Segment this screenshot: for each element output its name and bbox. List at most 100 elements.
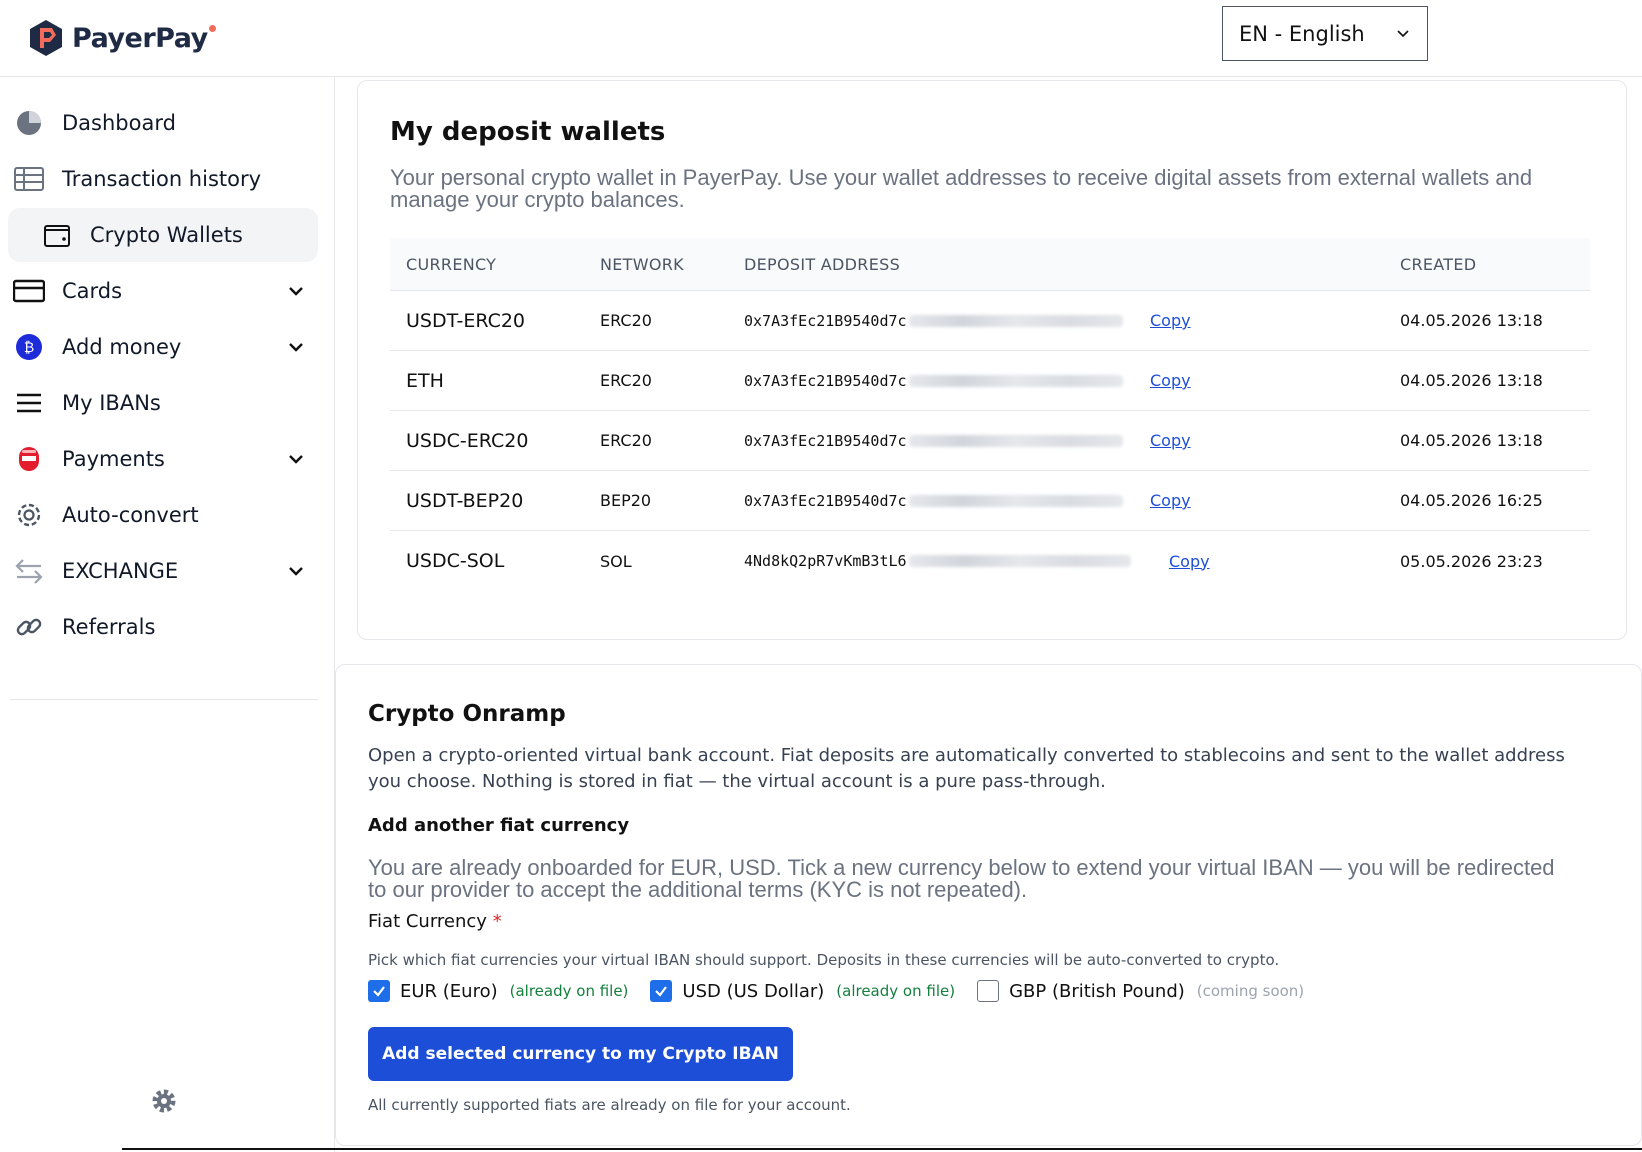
chevron-down-icon[interactable]: [288, 563, 304, 579]
sidebar-item-auto-convert[interactable]: Auto-convert: [8, 488, 318, 542]
sidebar-item-my-ibans[interactable]: My IBANs: [8, 376, 318, 430]
column-network: NETWORK: [600, 254, 684, 274]
sidebar-item-transaction-history[interactable]: Transaction history: [8, 152, 318, 206]
pie-chart-icon: [12, 106, 46, 140]
chevron-down-icon: [1397, 30, 1409, 38]
row-address: 0x7A3fEc21B9540d7c: [744, 492, 1123, 510]
language-select[interactable]: EN - English: [1222, 6, 1428, 61]
deposit-wallets-card: My deposit wallets Your personal crypto …: [357, 80, 1627, 640]
sidebar-item-payments[interactable]: Payments: [8, 432, 318, 486]
table-row: USDC-SOL SOL 4Nd8kQ2pR7vKmB3tL6 Copy 05.…: [390, 531, 1590, 591]
row-network: SOL: [600, 551, 632, 571]
fiat-currency-label: Fiat Currency *: [368, 911, 502, 932]
payments-icon: [12, 442, 46, 476]
address-redacted: [908, 314, 1123, 327]
address-redacted: [908, 555, 1131, 567]
row-network: ERC20: [600, 311, 652, 330]
gbp-checkbox[interactable]: [977, 980, 1000, 1002]
usd-checkbox[interactable]: [650, 980, 673, 1002]
row-network: ERC20: [600, 431, 652, 450]
copy-address-link[interactable]: Copy: [1169, 552, 1210, 571]
sidebar-item-label: Dashboard: [62, 111, 176, 135]
menu-lines-icon: [12, 386, 46, 420]
sidebar-item-label: Auto-convert: [62, 503, 199, 527]
payerpay-logo-icon: [30, 20, 62, 56]
eur-checkbox[interactable]: [368, 980, 390, 1002]
copy-address-link[interactable]: Copy: [1150, 371, 1191, 390]
table-header: CURRENCY NETWORK DEPOSIT ADDRESS CREATED: [390, 238, 1590, 291]
column-deposit-address: DEPOSIT ADDRESS: [744, 254, 901, 274]
sidebar-item-label: Add money: [62, 335, 182, 359]
row-address: 0x7A3fEc21B9540d7c: [744, 372, 1123, 390]
sidebar-item-dashboard[interactable]: Dashboard: [8, 96, 318, 150]
usd-option-note: (already on file): [836, 982, 956, 1000]
sidebar-item-cards[interactable]: Cards: [8, 264, 318, 318]
chevron-down-icon[interactable]: [288, 283, 304, 299]
row-currency: USDC-ERC20: [406, 429, 529, 452]
table-row: ETH ERC20 0x7A3fEc21B9540d7c Copy 04.05.…: [390, 351, 1590, 411]
sidebar-item-label: Transaction history: [62, 167, 262, 191]
sidebar-item-add-money[interactable]: ₿ Add money: [8, 320, 318, 374]
sidebar-item-label: Crypto Wallets: [90, 223, 243, 247]
row-created: 04.05.2026 13:18: [1400, 371, 1543, 390]
copy-address-link[interactable]: Copy: [1150, 431, 1191, 450]
gear-icon: [12, 498, 46, 532]
table-row: USDC-ERC20 ERC20 0x7A3fEc21B9540d7c Copy…: [390, 411, 1590, 471]
chevron-down-icon[interactable]: [288, 339, 304, 355]
sidebar-item-exchange[interactable]: EXCHANGE: [8, 544, 318, 598]
sidebar-item-label: My IBANs: [62, 391, 161, 415]
language-value: EN - English: [1239, 21, 1365, 46]
row-currency: ETH: [406, 369, 444, 392]
sidebar-item-referrals[interactable]: Referrals: [8, 600, 318, 654]
copy-address-link[interactable]: Copy: [1150, 311, 1191, 330]
brand-dot: [208, 24, 216, 32]
add-currency-button[interactable]: Add selected currency to my Crypto IBAN: [368, 1027, 793, 1081]
sidebar-item-crypto-wallets[interactable]: Crypto Wallets: [8, 208, 318, 262]
row-created: 04.05.2026 16:25: [1400, 491, 1543, 510]
sidebar-item-label: Referrals: [62, 615, 156, 639]
card-icon: [12, 274, 46, 308]
eur-option-note: (already on file): [509, 982, 629, 1000]
column-currency: CURRENCY: [406, 254, 497, 274]
chevron-down-icon[interactable]: [288, 451, 304, 467]
svg-text:₿: ₿: [24, 340, 34, 356]
fiat-currency-help: Pick which fiat currencies your virtual …: [368, 951, 1280, 969]
row-currency: USDT-ERC20: [406, 309, 526, 332]
sidebar-divider: [10, 699, 318, 700]
add-fiat-heading: Add another fiat currency: [368, 815, 630, 836]
wallets-description: Your personal crypto wallet in PayerPay.…: [390, 165, 1533, 212]
eur-option-label[interactable]: EUR (Euro): [400, 981, 498, 1002]
wallets-title: My deposit wallets: [390, 117, 666, 147]
usd-option-label[interactable]: USD (US Dollar): [682, 981, 824, 1002]
sidebar-item-label: EXCHANGE: [62, 559, 179, 583]
table-row: USDT-BEP20 BEP20 0x7A3fEc21B9540d7c Copy…: [390, 471, 1590, 531]
row-currency: USDT-BEP20: [406, 489, 524, 512]
required-mark: *: [492, 911, 502, 932]
sidebar-item-label: Cards: [62, 279, 123, 303]
copy-address-link[interactable]: Copy: [1150, 491, 1191, 510]
brand-name: PayerPay: [72, 23, 216, 54]
checkmark-icon: [655, 986, 668, 997]
wallets-table: CURRENCY NETWORK DEPOSIT ADDRESS CREATED…: [390, 238, 1590, 591]
row-address: 4Nd8kQ2pR7vKmB3tL6: [744, 552, 1131, 570]
wallet-icon: [40, 218, 74, 252]
gbp-option-label[interactable]: GBP (British Pound): [1009, 981, 1185, 1002]
onboarded-note: You are already onboarded for EUR, USD. …: [368, 855, 1555, 902]
gbp-option-note: (coming soon): [1196, 982, 1305, 1000]
top-bar: PayerPay EN - English: [0, 0, 1642, 77]
crypto-onramp-card: Crypto Onramp Open a crypto-oriented vir…: [335, 664, 1642, 1146]
address-redacted: [908, 494, 1123, 507]
column-created: CREATED: [1400, 254, 1477, 274]
settings-gear-icon[interactable]: [150, 1087, 178, 1115]
row-network: BEP20: [600, 491, 652, 510]
bottom-border: [122, 1148, 1642, 1150]
row-address: 0x7A3fEc21B9540d7c: [744, 432, 1123, 450]
fiat-currency-options: EUR (Euro) (already on file) USD (US Dol…: [368, 978, 1326, 1004]
brand-logo[interactable]: PayerPay: [26, 18, 216, 58]
checkmark-icon: [373, 986, 385, 997]
row-created: 04.05.2026 13:18: [1400, 311, 1543, 330]
row-currency: USDC-SOL: [406, 550, 505, 572]
table-row: USDT-ERC20 ERC20 0x7A3fEc21B9540d7c Copy…: [390, 291, 1590, 351]
link-icon: [12, 610, 46, 644]
table-icon: [12, 162, 46, 196]
